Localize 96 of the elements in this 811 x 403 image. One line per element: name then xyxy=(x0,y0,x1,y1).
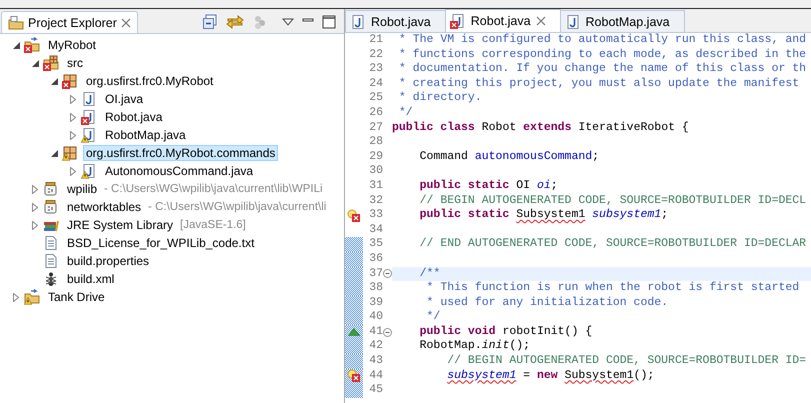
code-line: */ xyxy=(426,310,442,325)
line-number: 33 xyxy=(368,208,383,223)
tree-item[interactable]: BSD_License_for_WPILib_code.txt xyxy=(64,235,258,251)
close-icon[interactable] xyxy=(536,16,546,26)
tree-item[interactable]: MyRobot xyxy=(45,37,100,53)
fold-icon[interactable] xyxy=(383,328,392,337)
expanded-arrow-icon[interactable] xyxy=(50,150,58,156)
line-number: 44 xyxy=(368,368,383,384)
code-line: * functions corresponding to each mode, as described in the xyxy=(398,48,808,62)
code-line: RobotMap.init(); xyxy=(418,339,532,354)
java-file-icon xyxy=(81,91,97,107)
line-number: 36 xyxy=(368,252,383,266)
tree-item[interactable]: build.properties xyxy=(64,253,152,269)
maximize-icon[interactable] xyxy=(322,15,336,29)
line-number: 32 xyxy=(368,194,383,208)
line-number: 35 xyxy=(368,237,383,252)
path-text: [JavaSE-1.6] xyxy=(180,219,246,231)
tree-item[interactable]: build.xml xyxy=(64,271,118,287)
line-number: 42 xyxy=(368,339,383,354)
collapse-all-icon[interactable] xyxy=(202,14,218,30)
tree-item[interactable]: OI.java xyxy=(102,91,146,107)
collapsed-arrow-icon[interactable] xyxy=(70,130,76,140)
tree-item[interactable]: AutonomousCommand.java xyxy=(102,163,256,179)
view-tab[interactable]: Project Explorer xyxy=(1,11,138,33)
line-number: 28 xyxy=(368,135,383,150)
collapsed-arrow-icon[interactable] xyxy=(32,184,38,194)
line-number: 26 xyxy=(368,106,383,121)
line-number: 23 xyxy=(368,62,383,77)
tree-item[interactable]: JRE System Library xyxy=(64,217,176,233)
code-line: public class Robot extends IterativeRobot { xyxy=(392,120,690,136)
path-text: - C:\Users\WG\wpilib\java\current\li xyxy=(148,201,326,213)
path-text: - C:\Users\WG\wpilib\java\current\lib\WPILi xyxy=(104,183,323,195)
line-number: 41 xyxy=(368,324,383,340)
code-line: * documentation. If you change the name of this class or th xyxy=(398,62,808,77)
code-line: public void robotInit() { xyxy=(418,324,594,340)
code-line: // END AUTOGENERATED CODE, SOURCE=ROBOTBUILDER ID=DECLAR xyxy=(418,237,808,252)
collapsed-arrow-icon[interactable] xyxy=(70,112,76,122)
ant-icon xyxy=(43,271,59,287)
line-number: 24 xyxy=(368,76,383,92)
code-line: public static OI oi; xyxy=(418,178,559,194)
line-number: 45 xyxy=(368,383,383,398)
line-number: 39 xyxy=(368,296,383,310)
code-line: * used for any initialization code. xyxy=(426,296,670,310)
error-quickfix-icon[interactable] xyxy=(347,208,361,222)
line-number: 25 xyxy=(368,91,383,106)
expanded-arrow-icon[interactable] xyxy=(12,42,20,48)
line-number: 30 xyxy=(368,164,383,179)
line-number: 22 xyxy=(368,48,383,62)
line-number: 21 xyxy=(368,33,383,48)
document-icon xyxy=(43,235,59,251)
folder-icon xyxy=(8,14,24,30)
tree-item[interactable]: org.usfirst.frc0.MyRobot.commands xyxy=(83,145,278,161)
line-number: 37 xyxy=(368,266,383,282)
tree-item[interactable]: wpilib xyxy=(64,181,100,197)
line-number: 34 xyxy=(368,222,383,238)
link-arrows-icon[interactable] xyxy=(226,14,244,30)
tree-item[interactable]: networktables xyxy=(64,199,144,215)
code-line: public static Subsystem1 subsystem1; xyxy=(418,208,670,223)
java-file-icon xyxy=(350,14,366,30)
collapsed-arrow-icon[interactable] xyxy=(70,94,76,104)
fold-icon[interactable] xyxy=(383,269,392,278)
tree-item[interactable]: Robot.java xyxy=(102,109,166,125)
expanded-arrow-icon[interactable] xyxy=(50,78,58,84)
code-line: */ xyxy=(398,106,414,121)
expanded-arrow-icon[interactable] xyxy=(32,60,38,66)
code-line: * The VM is configured to automatically run this class, and xyxy=(398,33,808,48)
tree-item[interactable]: org.usfirst.frc0.MyRobot xyxy=(83,73,216,89)
editor-tab[interactable]: Robot.java xyxy=(444,9,561,32)
code-line: // BEGIN AUTOGENERATED CODE, SOURCE=ROBOTBUILDER ID=DECL xyxy=(418,194,808,208)
collapsed-arrow-icon[interactable] xyxy=(13,292,19,302)
code-line: // BEGIN AUTOGENERATED CODE, SOURCE=ROBOTBUILDER ID= xyxy=(446,354,808,369)
tree-item[interactable]: RobotMap.java xyxy=(102,127,189,143)
tree-item[interactable]: Tank Drive xyxy=(45,289,108,305)
line-number: 40 xyxy=(368,310,383,325)
code-line: subsystem1 = new Subsystem1(); xyxy=(446,368,656,384)
line-number: 43 xyxy=(368,354,383,369)
jar-icon xyxy=(43,181,59,197)
view-menu-icon[interactable] xyxy=(282,17,294,27)
collapsed-arrow-icon[interactable] xyxy=(70,166,76,176)
close-icon[interactable] xyxy=(120,18,131,28)
editor-tab[interactable]: Robot.java xyxy=(345,10,446,32)
line-number: 29 xyxy=(368,150,383,164)
code-line: Command autonomousCommand; xyxy=(418,150,600,164)
line-number: 31 xyxy=(368,178,383,194)
java-file-icon xyxy=(564,14,581,30)
line-number: 27 xyxy=(368,120,383,136)
code-line: * creating this project, you must also update the manifest xyxy=(398,76,800,92)
line-number: 38 xyxy=(368,281,383,296)
jar-icon xyxy=(43,199,59,215)
code-line: * This function is run when the robot is first started xyxy=(426,281,800,296)
collapsed-arrow-icon[interactable] xyxy=(32,202,38,212)
collapsed-arrow-icon[interactable] xyxy=(32,220,38,230)
document-icon xyxy=(43,253,59,269)
editor-tab[interactable]: RobotMap.java xyxy=(560,10,685,32)
code-line: * directory. xyxy=(398,91,483,106)
tree-item[interactable]: src xyxy=(64,55,86,71)
